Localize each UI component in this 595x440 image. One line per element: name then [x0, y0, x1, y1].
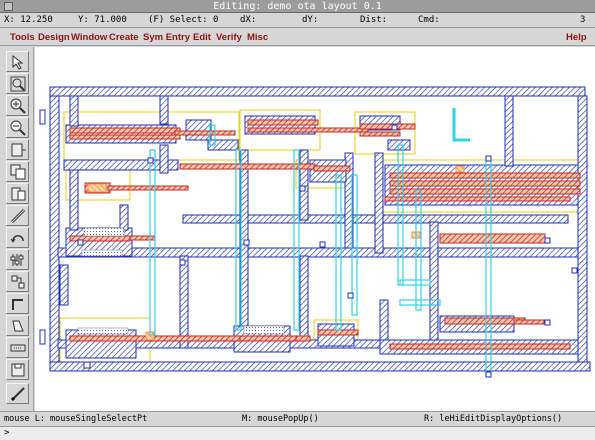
hierarchy-tool-button[interactable]	[6, 271, 29, 292]
ruler-icon	[10, 208, 26, 224]
properties-icon	[10, 254, 24, 266]
zoom-fit-icon	[10, 76, 26, 92]
window-title: Editing: demo ota layout 0.1	[213, 1, 382, 12]
command-readout: Cmd:	[418, 15, 440, 25]
ruler-tool-button[interactable]	[6, 205, 29, 226]
mouse-left-binding: mouse L: mouseSingleSelectPt	[4, 414, 148, 424]
move-icon	[11, 187, 26, 201]
select-icon	[12, 54, 24, 70]
mouse-middle-binding: M: mousePopUp()	[242, 414, 319, 424]
zoom-out-icon	[10, 120, 26, 136]
move-tool-button[interactable]	[6, 183, 29, 204]
poly-layer	[69, 119, 581, 350]
window-number: 3	[580, 15, 586, 25]
undo-tool-button[interactable]	[6, 227, 29, 248]
save-icon	[11, 363, 25, 377]
status-bar: X: 12.250 Y: 71.000 (F) Select: 0 dX: dY…	[0, 13, 595, 28]
menu-design[interactable]: Design	[38, 31, 70, 44]
copy-icon	[10, 164, 26, 180]
layout-canvas[interactable]	[35, 47, 595, 411]
zoom-in-icon	[10, 98, 26, 114]
tool-palette	[0, 47, 34, 411]
zoom-out-tool-button[interactable]	[6, 117, 29, 138]
menu-verify[interactable]: Verify	[216, 31, 242, 44]
command-prompt: >	[4, 428, 10, 438]
distance-readout: Dist:	[360, 15, 388, 25]
label-tool-button[interactable]	[6, 315, 29, 336]
select-tool-button[interactable]	[6, 51, 29, 72]
layout-drawing[interactable]	[35, 47, 595, 411]
menu-help[interactable]: Help	[566, 31, 587, 44]
copy-tool-button[interactable]	[6, 161, 29, 182]
pencil-tool-button[interactable]	[6, 383, 29, 404]
menu-create[interactable]: Create	[109, 31, 139, 44]
menu-bar: Tools Design Window Create Sym Entry Edi…	[0, 29, 595, 46]
menu-edit[interactable]: Edit	[193, 31, 211, 44]
delete-tool-button[interactable]	[6, 337, 29, 358]
undo-icon	[10, 235, 24, 243]
mouse-right-binding: R: leHiEditDisplayOptions()	[424, 414, 563, 424]
y-coordinate: Y: 71.000	[78, 15, 127, 25]
stretch-tool-button[interactable]	[6, 139, 29, 160]
command-line[interactable]: >	[0, 426, 595, 440]
menu-misc[interactable]: Misc	[247, 31, 268, 44]
delete-icon	[10, 344, 26, 352]
menu-tools[interactable]: Tools	[10, 31, 35, 44]
pencil-icon	[10, 387, 25, 402]
dx-readout: dX:	[240, 15, 257, 25]
select-count: (F) Select: 0	[148, 15, 219, 25]
dy-readout: dY:	[302, 15, 319, 25]
path-icon	[12, 299, 23, 310]
mouse-binding-bar: mouse L: mouseSingleSelectPt M: mousePop…	[0, 411, 595, 426]
menu-window[interactable]: Window	[71, 31, 107, 44]
properties-tool-button[interactable]	[6, 249, 29, 270]
stretch-icon	[11, 143, 26, 157]
x-coordinate: X: 12.250	[4, 15, 53, 25]
label-icon	[12, 320, 24, 332]
zoom-fit-tool-button[interactable]	[6, 73, 29, 94]
save-tool-button[interactable]	[6, 359, 29, 380]
hierarchy-icon	[11, 275, 25, 289]
menu-sym-entry[interactable]: Sym Entry	[143, 31, 190, 44]
window-titlebar: Editing: demo ota layout 0.1	[0, 0, 595, 13]
zoom-in-tool-button[interactable]	[6, 95, 29, 116]
path-tool-button[interactable]	[6, 293, 29, 314]
